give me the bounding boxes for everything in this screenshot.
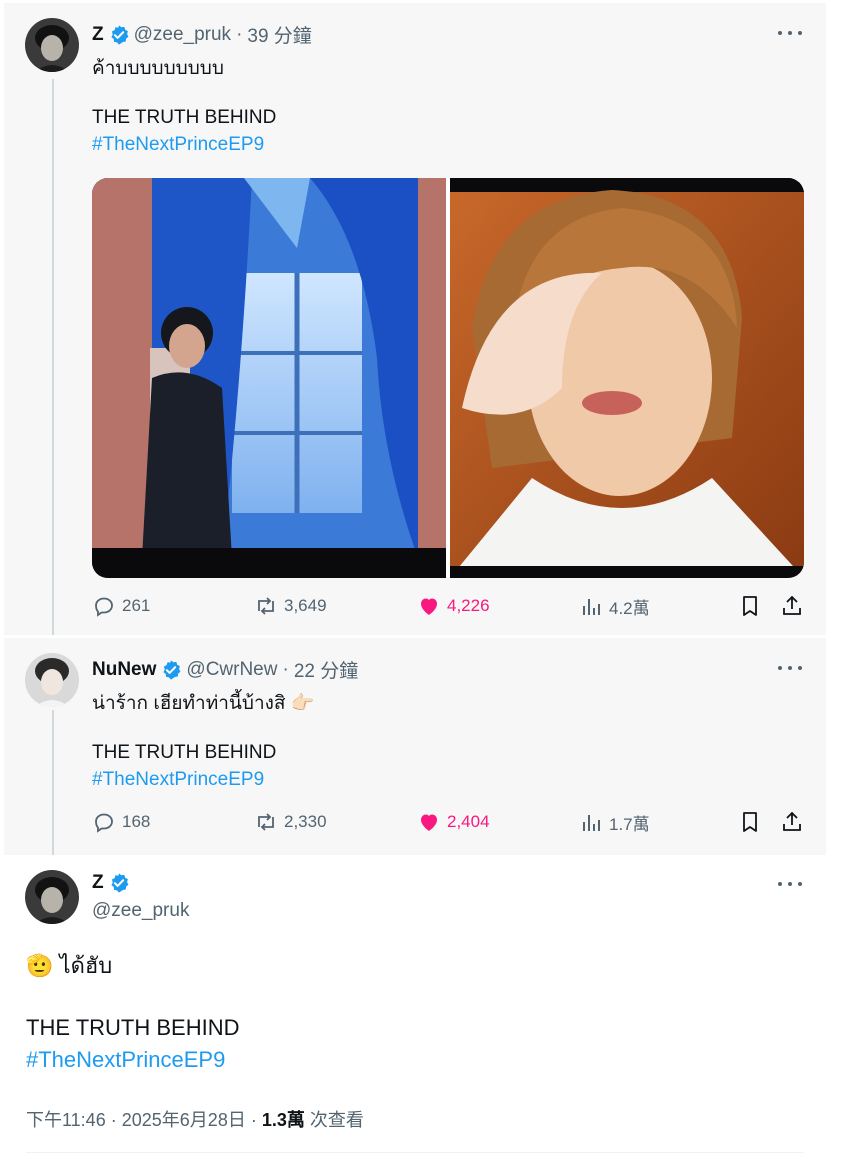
views-count: 4.2萬 — [609, 599, 650, 618]
display-name[interactable]: Z — [92, 872, 104, 894]
tweet-date[interactable]: 2025年6月28日 — [122, 1110, 246, 1130]
tweet-zee-original[interactable]: Z @zee_pruk · 39 分鐘 ค้าบบบบบบบบบ THE TRU… — [4, 3, 826, 635]
bookmark-icon — [743, 812, 757, 832]
avatar[interactable] — [25, 18, 79, 72]
retweet-button[interactable]: 3,649 — [254, 594, 327, 618]
bookmark-button[interactable] — [738, 810, 768, 834]
tweet-meta: 下午11:46 · 2025年6月28日 · 1.3萬 次查看 — [26, 1106, 364, 1132]
separator-dot: · — [250, 1110, 257, 1130]
action-bar: 168 2,330 2,404 1.7萬 — [92, 810, 804, 840]
verified-badge-icon — [111, 24, 129, 45]
avatar[interactable] — [25, 653, 79, 707]
retweet-count: 2,330 — [284, 812, 327, 831]
tweet-text-line: THE TRUTH BEHIND — [26, 1015, 240, 1040]
tweet-nunew-reply[interactable]: NuNew @CwrNew · 22 分鐘 น่าร้าก เฮียทำท่าน… — [4, 638, 826, 855]
views-button[interactable]: 4.2萬 — [579, 594, 650, 619]
user-handle[interactable]: @zee_pruk — [134, 24, 231, 46]
display-name[interactable]: Z — [92, 24, 104, 46]
tweet-text-line: THE TRUTH BEHIND — [92, 742, 277, 763]
retweet-icon — [258, 813, 274, 831]
tweet-header: NuNew @CwrNew · 22 分鐘 — [92, 656, 358, 683]
like-count: 4,226 — [447, 596, 490, 615]
retweet-button[interactable]: 2,330 — [254, 810, 327, 834]
display-name[interactable]: NuNew — [92, 659, 156, 681]
tweet-handle-row: @zee_pruk — [92, 900, 189, 922]
bookmark-button[interactable] — [738, 594, 768, 618]
reply-icon — [95, 813, 113, 833]
retweet-count: 3,649 — [284, 596, 327, 615]
separator-dot: · — [236, 23, 243, 45]
tweet-text: ได้ฮับ — [59, 953, 113, 978]
tweet-time[interactable]: 下午11:46 — [26, 1110, 106, 1130]
more-icon[interactable] — [778, 23, 802, 43]
views-icon — [583, 598, 600, 615]
share-icon — [783, 811, 801, 831]
separator-dot: · — [110, 1110, 117, 1130]
reply-count: 168 — [122, 812, 151, 831]
heart-icon — [421, 814, 437, 831]
timestamp[interactable]: 22 分鐘 — [294, 656, 358, 683]
tweet-zee-focused: Z @zee_pruk 🫡 ได้ฮับ THE TRUTH BEHIND #T… — [4, 858, 826, 1153]
user-handle[interactable]: @zee_pruk — [92, 900, 189, 922]
bookmark-icon — [743, 596, 757, 616]
share-button[interactable] — [780, 810, 810, 834]
more-icon[interactable] — [778, 658, 802, 678]
like-button[interactable]: 4,226 — [417, 594, 490, 618]
media-photos[interactable] — [92, 178, 804, 578]
hashtag-link[interactable]: #TheNextPrinceEP9 — [26, 1047, 225, 1073]
timeline-column: Z @zee_pruk · 39 分鐘 ค้าบบบบบบบบบ THE TRU… — [4, 0, 826, 1153]
tweet-text-line: 🫡 ได้ฮับ — [26, 948, 112, 983]
separator-dot: · — [282, 658, 289, 680]
tweet-text-line: ค้าบบบบบบบบบ — [92, 58, 224, 79]
hashtag-link[interactable]: #TheNextPrinceEP9 — [92, 134, 264, 156]
views-icon — [583, 814, 600, 831]
reply-button[interactable]: 168 — [92, 810, 150, 834]
view-count: 1.3萬 — [261, 1110, 305, 1130]
view-label: 次查看 — [309, 1110, 364, 1130]
media-grid[interactable] — [92, 178, 804, 578]
share-icon — [783, 595, 801, 615]
heart-icon — [421, 598, 437, 615]
avatar[interactable] — [25, 870, 79, 924]
retweet-icon — [258, 597, 274, 615]
like-count: 2,404 — [447, 812, 490, 831]
share-button[interactable] — [780, 594, 810, 618]
tweet-text-line: น่าร้าก เฮียทำท่านี้บ้างสิ 👉🏻 — [92, 688, 314, 718]
thread-line — [52, 79, 54, 635]
tweet-header: Z — [92, 872, 134, 894]
hashtag-link[interactable]: #TheNextPrinceEP9 — [92, 769, 264, 791]
reply-icon — [95, 597, 113, 617]
verified-badge-icon — [163, 659, 181, 680]
views-count: 1.7萬 — [609, 815, 650, 834]
action-bar: 261 3,649 4,226 4.2萬 — [92, 594, 804, 624]
user-handle[interactable]: @CwrNew — [186, 659, 277, 681]
like-button[interactable]: 2,404 — [417, 810, 490, 834]
timestamp[interactable]: 39 分鐘 — [247, 21, 311, 48]
tweet-text: น่าร้าก เฮียทำท่านี้บ้างสิ — [92, 693, 286, 714]
salute-emoji: 🫡 — [26, 953, 54, 978]
more-icon[interactable] — [778, 874, 802, 894]
reply-button[interactable]: 261 — [92, 594, 150, 618]
pointing-emoji: 👉🏻 — [290, 693, 315, 714]
tweet-text-line: THE TRUTH BEHIND — [92, 107, 277, 128]
reply-count: 261 — [122, 596, 151, 615]
verified-badge-icon — [111, 873, 129, 893]
thread-line — [52, 710, 54, 855]
views-button[interactable]: 1.7萬 — [579, 810, 650, 835]
tweet-header: Z @zee_pruk · 39 分鐘 — [92, 21, 312, 48]
